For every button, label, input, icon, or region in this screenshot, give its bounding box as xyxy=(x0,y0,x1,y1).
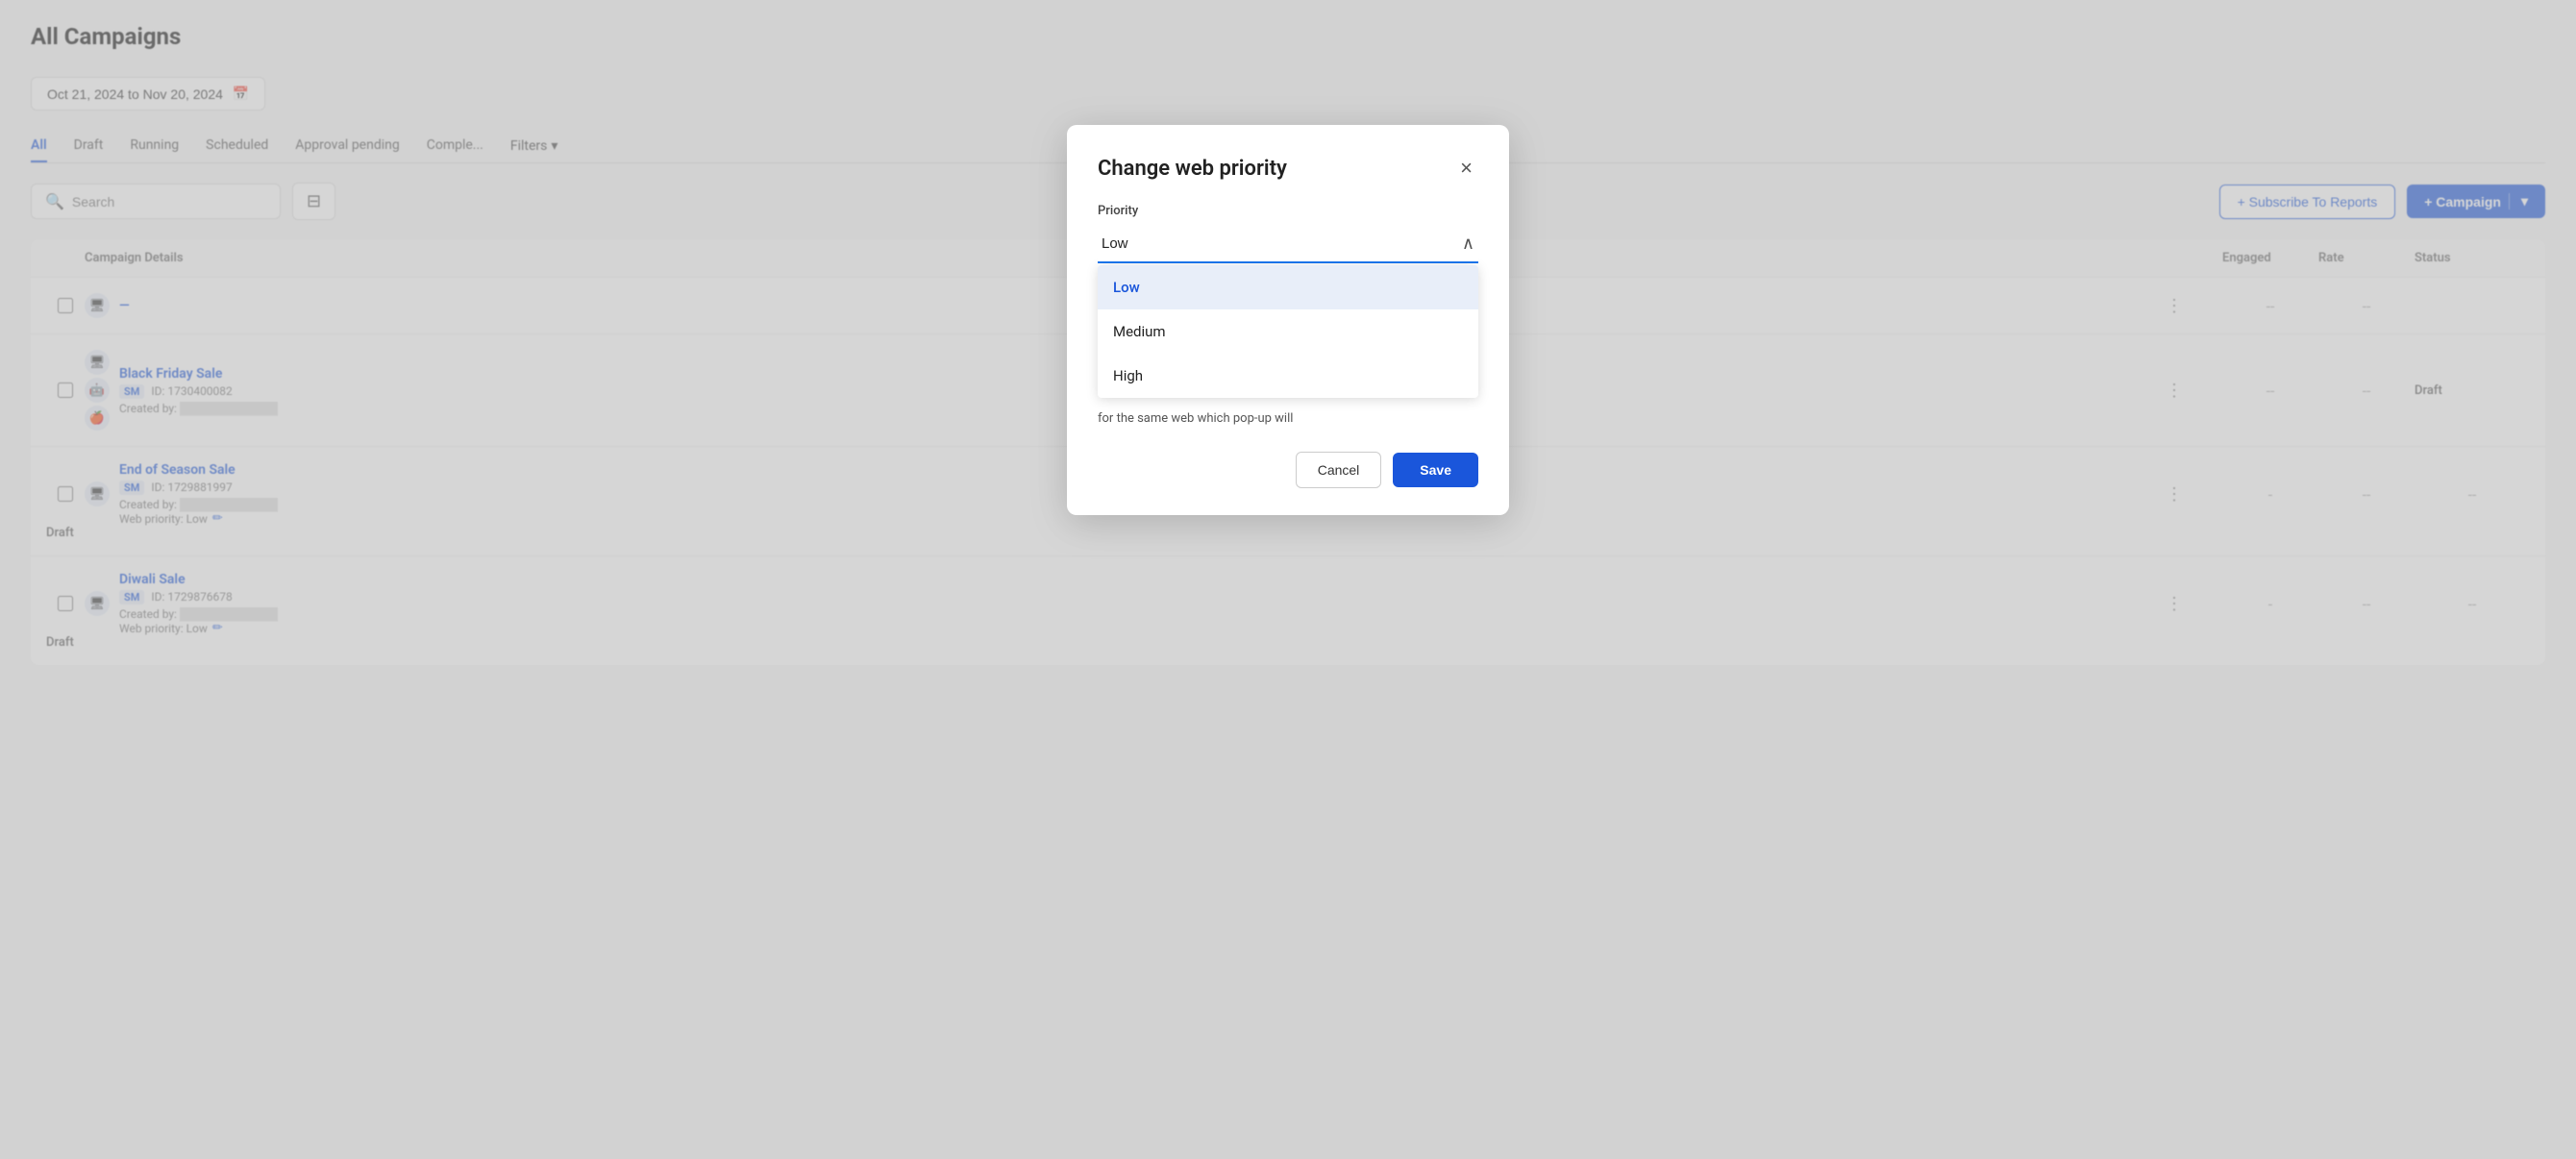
modal-actions: Cancel Save xyxy=(1098,452,1478,488)
modal-info-text: for the same web which pop-up will xyxy=(1098,409,1478,429)
change-priority-modal: Change web priority × Priority Low ∧ Low… xyxy=(1067,125,1509,515)
modal-header: Change web priority × xyxy=(1098,156,1478,181)
priority-option-high[interactable]: High xyxy=(1098,354,1478,398)
cancel-button[interactable]: Cancel xyxy=(1296,452,1382,488)
selected-priority-value: Low xyxy=(1102,235,1128,252)
priority-dropdown-list: Low Medium High xyxy=(1098,265,1478,398)
priority-field-label: Priority xyxy=(1098,204,1478,218)
priority-option-low[interactable]: Low xyxy=(1098,265,1478,309)
priority-option-medium[interactable]: Medium xyxy=(1098,309,1478,354)
modal-overlay: Change web priority × Priority Low ∧ Low… xyxy=(0,0,2576,1159)
modal-close-button[interactable]: × xyxy=(1454,156,1478,181)
save-button[interactable]: Save xyxy=(1393,453,1478,487)
modal-title: Change web priority xyxy=(1098,157,1287,181)
priority-dropdown-trigger[interactable]: Low ∧ xyxy=(1098,226,1478,263)
chevron-up-icon: ∧ xyxy=(1462,234,1474,254)
